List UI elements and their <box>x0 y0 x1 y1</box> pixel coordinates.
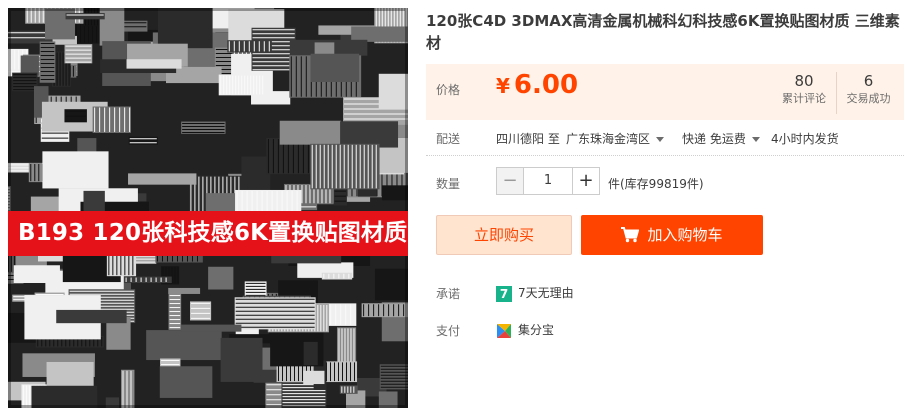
image-banner: B193 120张科技感6K置换贴图材质 <box>8 211 408 256</box>
promise-label: 承诺 <box>436 287 461 301</box>
add-to-cart-label: 加入购物车 <box>647 226 723 244</box>
currency-symbol: ¥ <box>496 74 510 98</box>
payment-row: 支付 集分宝 <box>426 322 726 340</box>
payment-item[interactable]: 集分宝 <box>496 321 554 339</box>
metal-texture-art <box>8 8 408 408</box>
delivery-method: 快递 免运费 <box>682 132 746 146</box>
promise-item[interactable]: 7 7天无理由 <box>496 284 574 302</box>
quantity-decrease-button[interactable]: − <box>496 167 524 195</box>
promise-row: 承诺 7 7天无理由 <box>426 285 726 303</box>
add-to-cart-button[interactable]: 加入购物车 <box>581 215 763 255</box>
trades-label: 交易成功 <box>846 92 891 105</box>
product-title: 120张C4D 3DMAX高清金属机械科幻科技感6K置换贴图材质 三维素材 <box>426 12 900 52</box>
jifenbao-icon <box>497 323 511 338</box>
stock-text: 件(库存99819件) <box>608 177 704 191</box>
price-label: 价格 <box>436 83 461 97</box>
delivery-destination: 广东珠海金湾区 <box>566 132 651 146</box>
price-box: 价格 ¥6.00 80 累计评论 6 交易成功 <box>426 64 904 120</box>
delivery-label: 配送 <box>436 132 461 146</box>
buy-now-button[interactable]: 立即购买 <box>436 215 572 255</box>
seven-day-return-icon: 7 <box>496 285 512 302</box>
ship-time: 4小时内发货 <box>771 132 839 146</box>
delivery-destination-select[interactable]: 广东珠海金湾区 <box>566 130 672 147</box>
reviews-stat[interactable]: 80 累计评论 <box>772 72 836 107</box>
cart-icon <box>621 227 640 243</box>
payment-text: 集分宝 <box>518 323 555 337</box>
delivery-row: 配送 四川德阳 至 广东珠海金湾区 快递 免运费 4小时内发货 <box>426 130 904 148</box>
payment-label: 支付 <box>436 324 461 338</box>
reviews-label: 累计评论 <box>782 92 826 105</box>
quantity-stepper: − 1 + <box>496 167 600 195</box>
chevron-down-icon <box>656 137 665 142</box>
trades-stat: 6 交易成功 <box>836 72 900 114</box>
delivery-from: 四川德阳 至 <box>496 132 560 146</box>
delivery-method-select[interactable]: 快递 免运费 <box>682 130 768 147</box>
product-image[interactable]: B193 120张科技感6K置换贴图材质 <box>8 8 408 408</box>
price-amount: 6.00 <box>513 70 579 100</box>
price-value: ¥6.00 <box>496 70 578 100</box>
trades-count: 6 <box>863 72 874 90</box>
divider <box>426 155 904 156</box>
quantity-label: 数量 <box>436 177 461 191</box>
chevron-down-icon <box>751 137 760 142</box>
quantity-input[interactable]: 1 <box>524 167 572 195</box>
promise-text: 7天无理由 <box>518 286 574 300</box>
reviews-count: 80 <box>794 72 814 90</box>
quantity-increase-button[interactable]: + <box>572 167 600 195</box>
